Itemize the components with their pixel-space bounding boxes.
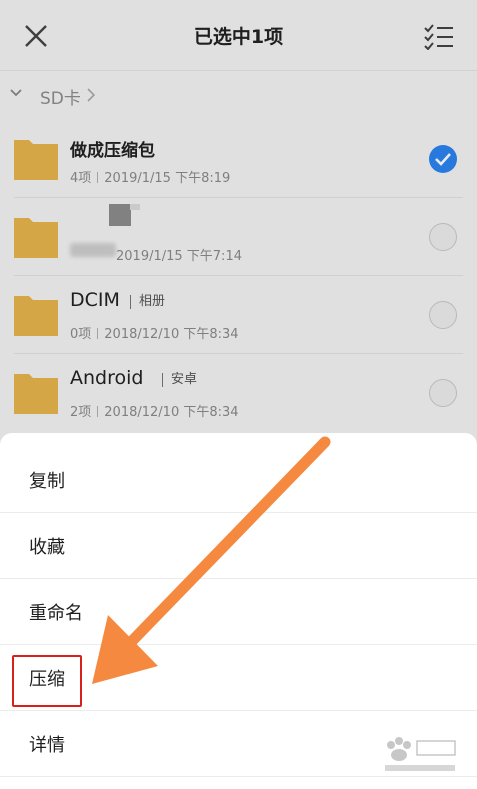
menu-item-label: 详情	[29, 735, 65, 756]
baidu-watermark-icon	[385, 737, 456, 771]
menu-item-favorite[interactable]: 收藏	[0, 513, 477, 579]
menu-item-label: 收藏	[29, 537, 65, 558]
menu-item-copy[interactable]: 复制	[0, 447, 477, 513]
highlight-box	[12, 655, 82, 707]
menu-item-rename[interactable]: 重命名	[0, 579, 477, 645]
menu-item-label: 复制	[29, 471, 65, 492]
menu-item-label: 重命名	[29, 603, 83, 624]
